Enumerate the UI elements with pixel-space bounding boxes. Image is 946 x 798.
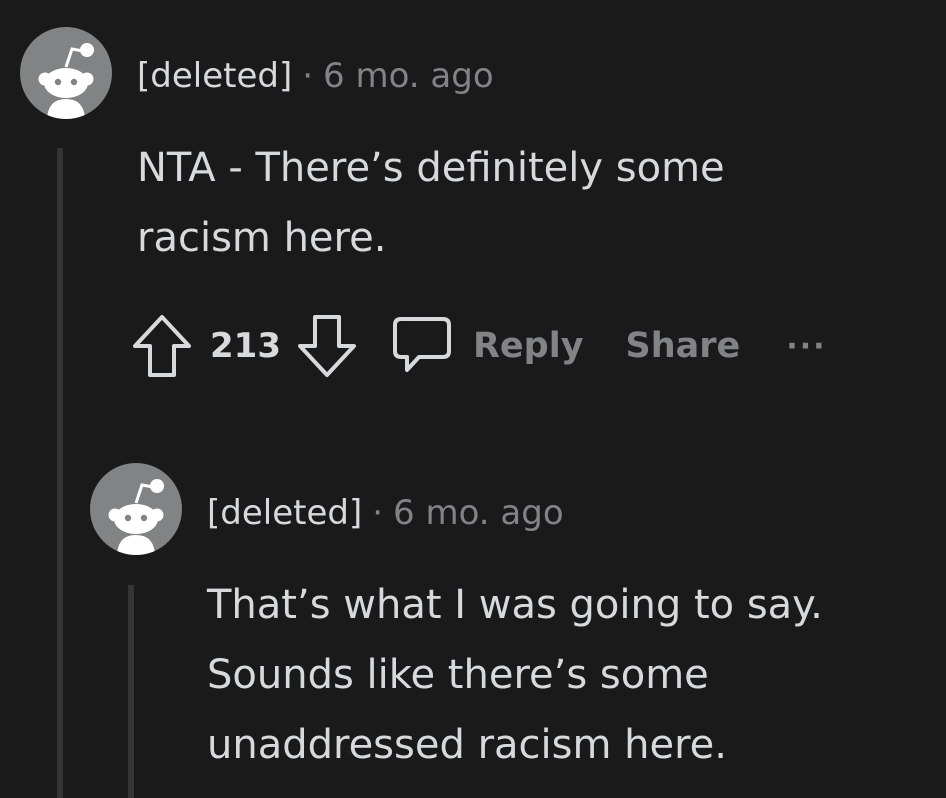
comment-body-line: unaddressed racism here.	[207, 722, 727, 768]
comment-body-line: That’s what I was going to say.	[207, 582, 823, 628]
author-name[interactable]: [deleted]	[207, 493, 362, 533]
comment-body-line: racism here.	[137, 215, 387, 261]
timestamp[interactable]: 6 mo. ago	[323, 56, 494, 96]
vote-score: 213	[210, 326, 281, 366]
upvote-button[interactable]	[130, 312, 194, 380]
reddit-snoo-icon	[108, 479, 164, 555]
downvote-button[interactable]	[295, 312, 359, 380]
meta-separator: ·	[302, 56, 314, 96]
reddit-snoo-icon	[38, 43, 94, 119]
downvote-arrow-icon	[297, 315, 356, 377]
comment-body-line: NTA - There’s definitely some	[137, 145, 725, 191]
thread-line[interactable]	[128, 585, 134, 798]
comment-meta: [deleted] · 6 mo. ago	[137, 56, 494, 96]
comment-actions: 213 Reply Share ···	[130, 310, 827, 382]
comment-body: NTA - There’s definitely some racism her…	[137, 133, 725, 273]
comment-meta: [deleted] · 6 mo. ago	[207, 493, 564, 533]
comment-body-line: Sounds like there’s some	[207, 652, 709, 698]
reply-button[interactable]: Reply	[473, 326, 584, 366]
meta-separator: ·	[372, 493, 384, 533]
upvote-arrow-icon	[133, 315, 191, 377]
timestamp[interactable]: 6 mo. ago	[393, 493, 564, 533]
share-button[interactable]: Share	[626, 326, 741, 366]
author-name[interactable]: [deleted]	[137, 56, 292, 96]
comment-bubble-icon	[392, 317, 451, 372]
user-avatar[interactable]	[20, 27, 112, 119]
comment-body: That’s what I was going to say. Sounds l…	[207, 570, 823, 780]
comment-button[interactable]	[389, 313, 455, 379]
more-options-button[interactable]: ···	[786, 329, 826, 364]
user-avatar[interactable]	[90, 463, 182, 555]
thread-line[interactable]	[57, 148, 63, 798]
